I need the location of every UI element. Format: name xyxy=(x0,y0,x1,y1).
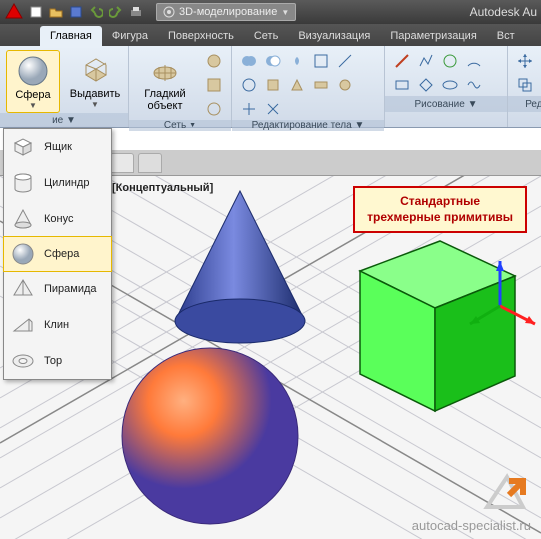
tool-icon[interactable] xyxy=(310,50,332,72)
tool-icon[interactable] xyxy=(514,74,536,96)
tool-icon[interactable] xyxy=(262,98,284,120)
primitive-box[interactable]: Ящик xyxy=(4,129,111,165)
watermark-text: autocad-specialist.ru xyxy=(412,518,531,533)
union-icon[interactable] xyxy=(238,50,260,72)
box-icon xyxy=(10,134,36,160)
panel-title[interactable]: Редакти xyxy=(508,96,541,112)
extrude-icon xyxy=(77,52,113,88)
intersect-icon[interactable] xyxy=(286,50,308,72)
smooth-object-button[interactable]: Гладкий объект xyxy=(135,50,195,120)
tool-icon[interactable] xyxy=(238,74,260,96)
pyramid-icon xyxy=(10,276,36,302)
new-tab-button[interactable] xyxy=(138,153,162,173)
workspace-label: 3D-моделирование xyxy=(179,6,277,18)
watermark-logo-icon xyxy=(479,471,527,511)
tool-icon[interactable] xyxy=(439,74,461,96)
subtract-icon[interactable] xyxy=(262,50,284,72)
sphere-icon xyxy=(15,53,51,89)
annotation-callout: Стандартные трехмерные примитивы xyxy=(353,186,527,233)
primitive-cylinder[interactable]: Цилиндр xyxy=(4,165,111,201)
tool-icon[interactable] xyxy=(286,74,308,96)
chevron-down-icon: ▼ xyxy=(91,100,99,109)
qat-undo-icon[interactable] xyxy=(88,4,104,20)
tool-icon[interactable] xyxy=(334,50,356,72)
sphere-icon xyxy=(10,241,36,267)
title-bar: 3D-моделирование ▼ Autodesk Au xyxy=(0,0,541,24)
tab-parametric[interactable]: Параметризация xyxy=(380,26,486,46)
tool-icon[interactable] xyxy=(238,98,260,120)
mesh-tool-icon[interactable] xyxy=(203,50,225,72)
sphere-shape xyxy=(122,348,298,524)
tab-visualize[interactable]: Визуализация xyxy=(288,26,380,46)
panel-title[interactable]: Рисование ▼ xyxy=(385,96,507,112)
mesh-tool-icon[interactable] xyxy=(203,98,225,120)
viewport-style-label[interactable]: [Концептуальный] xyxy=(112,182,213,194)
tool-icon[interactable] xyxy=(334,74,356,96)
ribbon-tabs: Главная Фигура Поверхность Сеть Визуализ… xyxy=(0,24,541,46)
panel-title[interactable]: Редактирование тела ▼ xyxy=(232,120,384,131)
qat-save-icon[interactable] xyxy=(68,4,84,20)
tool-icon[interactable] xyxy=(415,74,437,96)
app-logo-icon[interactable] xyxy=(4,2,24,22)
circle-icon[interactable] xyxy=(439,50,461,72)
panel-modeling: Сфера ▼ Выдавить ▼ ие ▼ xyxy=(0,46,129,127)
panel-draw: Рисование ▼ xyxy=(385,46,508,127)
qat-open-icon[interactable] xyxy=(48,4,64,20)
tab-mesh[interactable]: Сеть xyxy=(244,26,288,46)
torus-icon xyxy=(10,348,36,374)
qat-redo-icon[interactable] xyxy=(108,4,124,20)
panel-title[interactable]: Сеть▼ xyxy=(129,120,231,131)
wedge-icon xyxy=(10,312,36,338)
panel-solid-edit: Редактирование тела ▼ xyxy=(232,46,385,127)
primitives-dropdown: Ящик Цилиндр Конус Сфера Пирамида Клин Т… xyxy=(3,128,112,380)
extrude-label: Выдавить xyxy=(70,88,121,100)
primitive-wedge[interactable]: Клин xyxy=(4,307,111,343)
panel-title[interactable]: ие ▼ xyxy=(0,113,128,127)
smooth-icon xyxy=(147,52,183,88)
cylinder-icon xyxy=(10,170,36,196)
qat-new-icon[interactable] xyxy=(28,4,44,20)
file-tab[interactable] xyxy=(110,153,134,173)
cone-icon xyxy=(10,206,36,232)
tab-shape[interactable]: Фигура xyxy=(102,26,158,46)
tab-insert[interactable]: Вст xyxy=(487,26,525,46)
cone-shape xyxy=(175,191,305,343)
app-title: Autodesk Au xyxy=(470,5,537,19)
chevron-down-icon: ▼ xyxy=(281,8,289,17)
workspace-selector[interactable]: 3D-моделирование ▼ xyxy=(156,3,296,21)
qat-print-icon[interactable] xyxy=(128,4,144,20)
extrude-button[interactable]: Выдавить ▼ xyxy=(68,50,122,113)
gear-icon xyxy=(163,6,175,18)
panel-mesh: Гладкий объект Сеть▼ xyxy=(129,46,232,127)
tool-icon[interactable] xyxy=(262,74,284,96)
primitive-cone[interactable]: Конус xyxy=(4,201,111,237)
line-icon[interactable] xyxy=(391,50,413,72)
tool-icon[interactable] xyxy=(310,74,332,96)
arc-icon[interactable] xyxy=(463,50,485,72)
primitive-torus[interactable]: Тор xyxy=(4,343,111,379)
rect-icon[interactable] xyxy=(391,74,413,96)
primitive-sphere[interactable]: Сфера xyxy=(3,236,112,272)
ribbon-body: Сфера ▼ Выдавить ▼ ие ▼ Гладкий объект xyxy=(0,46,541,128)
chevron-down-icon: ▼ xyxy=(29,101,37,110)
mesh-tool-icon[interactable] xyxy=(203,74,225,96)
polyline-icon[interactable] xyxy=(415,50,437,72)
tool-icon[interactable] xyxy=(463,74,485,96)
primitive-pyramid[interactable]: Пирамида xyxy=(4,271,111,307)
sphere-button[interactable]: Сфера ▼ xyxy=(6,50,60,113)
smooth-label: Гладкий объект xyxy=(144,88,185,112)
panel-modify: Редакти xyxy=(508,46,541,127)
move-icon[interactable] xyxy=(514,50,536,72)
tab-surface[interactable]: Поверхность xyxy=(158,26,244,46)
tab-home[interactable]: Главная xyxy=(40,26,102,46)
box-shape xyxy=(360,241,515,411)
sphere-label: Сфера xyxy=(15,89,50,101)
